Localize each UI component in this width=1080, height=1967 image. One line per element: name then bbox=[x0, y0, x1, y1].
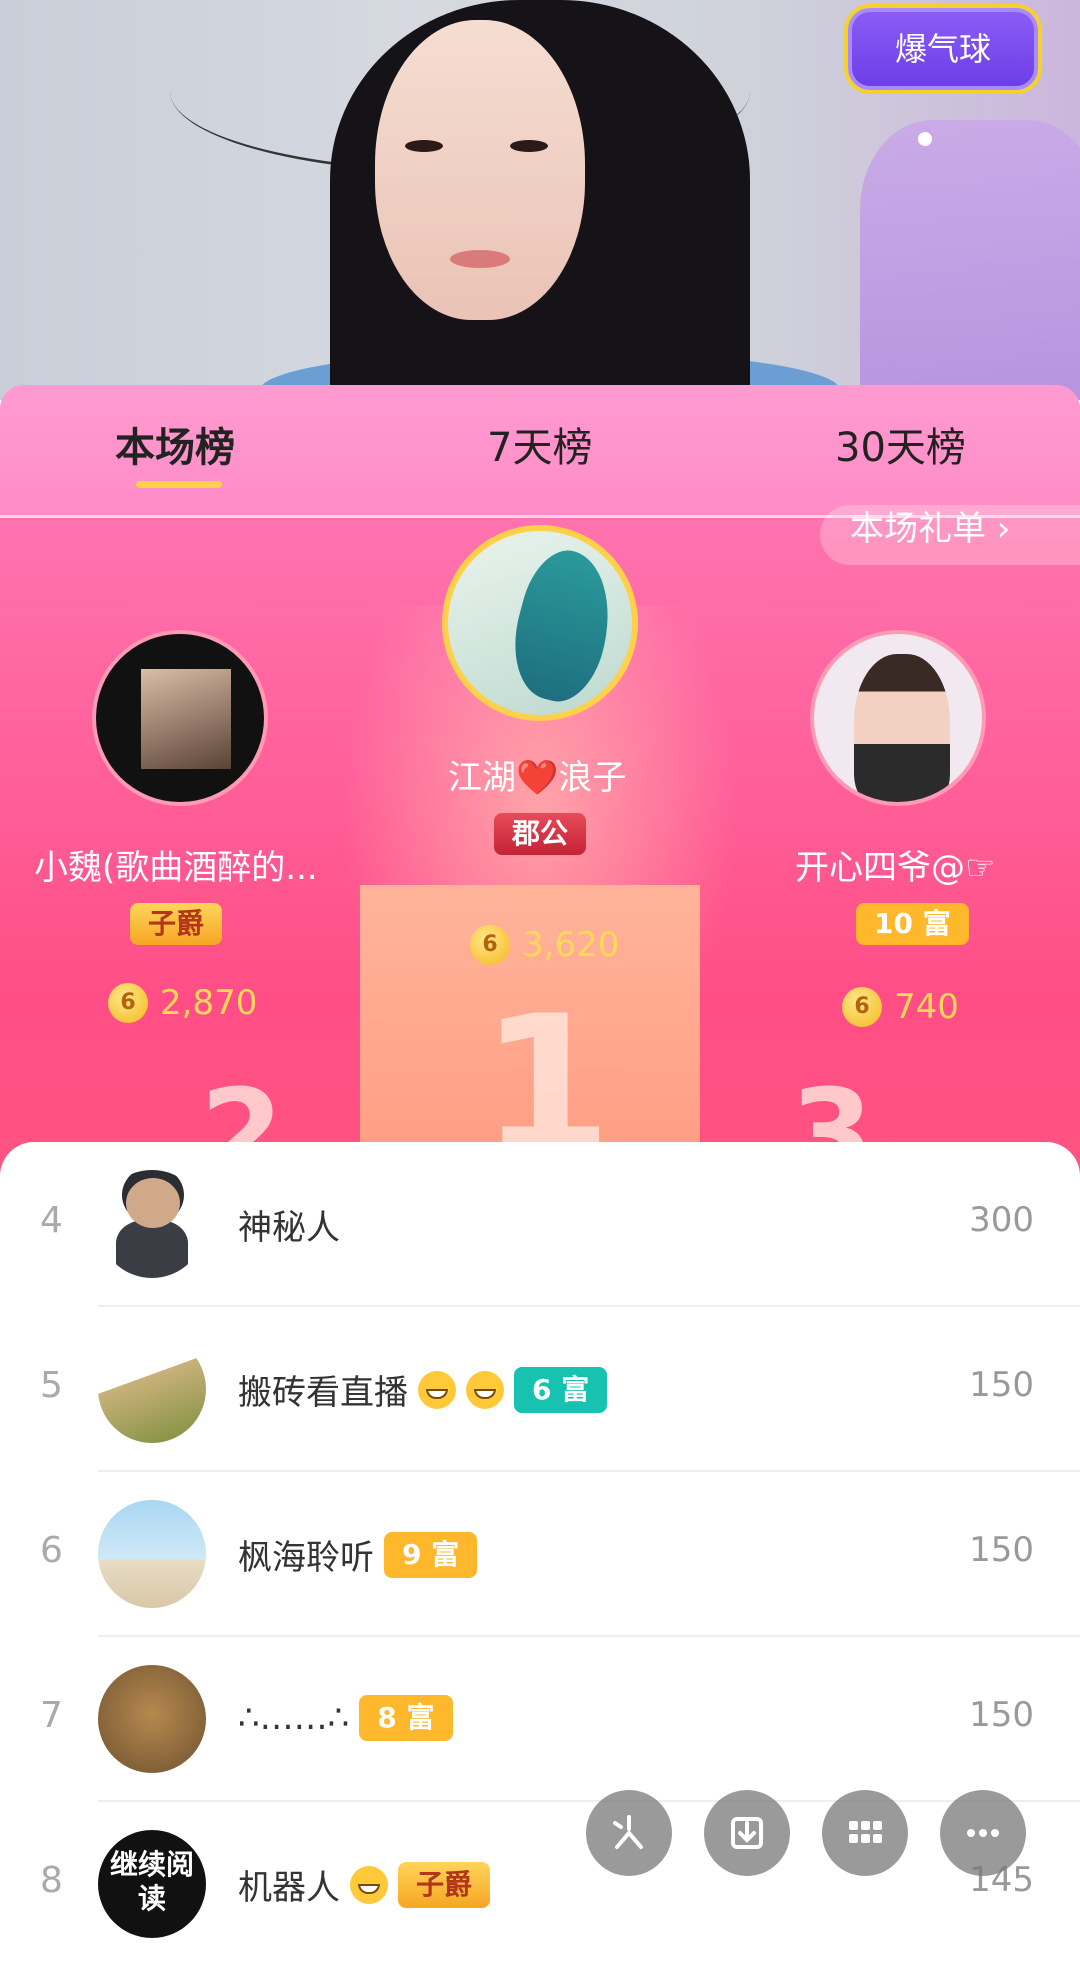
list-name-text: 搬砖看直播 bbox=[238, 1373, 408, 1413]
coin-icon: 6 bbox=[470, 925, 510, 965]
list-score: 150 bbox=[969, 1695, 1034, 1735]
grid-icon bbox=[849, 1821, 882, 1843]
third-place-avatar[interactable] bbox=[810, 630, 986, 806]
user-avatar[interactable] bbox=[98, 1335, 206, 1443]
rank-title-badge: 子爵 bbox=[398, 1861, 491, 1908]
list-rank: 6 bbox=[40, 1530, 63, 1571]
balloon-badge-button[interactable]: 爆气球 bbox=[848, 8, 1038, 90]
list-name-text: ∴……∴ bbox=[238, 1698, 350, 1738]
user-avatar[interactable] bbox=[98, 1665, 206, 1773]
rank-list[interactable]: 4 神秘人 300 5 搬砖看直播 6 富 150 6 枫海聆听 9 富 150… bbox=[0, 1142, 1080, 1938]
second-place-name[interactable]: 小魏(歌曲酒醉的... bbox=[34, 840, 318, 889]
first-place-coins: 6 3,620 bbox=[470, 925, 619, 965]
mystery-user-avatar[interactable] bbox=[98, 1170, 206, 1278]
streamer-eye-left bbox=[405, 140, 443, 152]
list-item[interactable]: 5 搬砖看直播 6 富 150 bbox=[0, 1307, 1080, 1472]
streamer-eye-right bbox=[510, 140, 548, 152]
list-name-text: 机器人 bbox=[238, 1868, 340, 1908]
list-score: 150 bbox=[969, 1365, 1034, 1405]
list-rank: 4 bbox=[40, 1200, 63, 1241]
second-place-badge: 子爵 bbox=[130, 903, 223, 945]
more-button[interactable] bbox=[940, 1790, 1026, 1876]
first-place-badge: 郡公 bbox=[494, 813, 587, 855]
user-avatar[interactable] bbox=[98, 1500, 206, 1608]
tab-7-days[interactable]: 7天榜 bbox=[487, 415, 592, 473]
list-item[interactable]: 7 ∴……∴ 8 富 150 bbox=[0, 1637, 1080, 1802]
second-place-coin-value: 2,870 bbox=[160, 983, 258, 1023]
second-place-avatar[interactable] bbox=[92, 630, 268, 806]
list-name: ∴……∴ 8 富 bbox=[238, 1695, 453, 1741]
streamer-face bbox=[375, 20, 585, 320]
third-place-coins: 6 740 bbox=[842, 987, 959, 1027]
list-name: 神秘人 bbox=[238, 1200, 340, 1249]
list-name-text: 枫海聆听 bbox=[238, 1538, 374, 1578]
list-score: 300 bbox=[969, 1200, 1034, 1240]
list-name: 枫海聆听 9 富 bbox=[238, 1530, 478, 1579]
download-icon bbox=[731, 1817, 763, 1849]
more-icon bbox=[967, 1829, 999, 1837]
page-indicator-dot bbox=[918, 132, 932, 146]
list-name: 机器人 子爵 bbox=[238, 1860, 491, 1909]
streamer-lips bbox=[450, 250, 510, 268]
second-place-coins: 6 2,870 bbox=[108, 983, 257, 1023]
third-place-name[interactable]: 开心四爷@☞ bbox=[795, 840, 995, 889]
live-video[interactable]: 爆气球 bbox=[0, 0, 1080, 400]
list-rank: 8 bbox=[40, 1860, 63, 1901]
list-item[interactable]: 4 神秘人 300 bbox=[0, 1142, 1080, 1307]
third-place-coin-value: 740 bbox=[894, 987, 959, 1027]
third-place-badge: 10 富 bbox=[856, 903, 969, 945]
list-item[interactable]: 8 继续阅读 机器人 子爵 145 bbox=[0, 1802, 1080, 1967]
gift-list-link[interactable]: 本场礼单 › bbox=[820, 505, 1080, 565]
tab-30-days[interactable]: 30天榜 bbox=[835, 415, 966, 473]
list-item[interactable]: 6 枫海聆听 9 富 150 bbox=[0, 1472, 1080, 1637]
wealth-badge: 9 富 bbox=[384, 1531, 478, 1578]
grin-emoji-icon bbox=[466, 1370, 504, 1409]
grid-button[interactable] bbox=[822, 1790, 908, 1876]
list-name-text: 神秘人 bbox=[238, 1208, 340, 1248]
list-score: 150 bbox=[969, 1530, 1034, 1570]
wealth-badge: 8 富 bbox=[359, 1695, 453, 1741]
grin-emoji-icon bbox=[418, 1370, 456, 1409]
coin-icon: 6 bbox=[842, 987, 882, 1027]
download-button[interactable] bbox=[704, 1790, 790, 1876]
wealth-badge: 6 富 bbox=[514, 1366, 608, 1413]
background-dress bbox=[860, 120, 1080, 400]
spark-button[interactable] bbox=[586, 1790, 672, 1876]
first-place-coin-value: 3,620 bbox=[522, 925, 620, 965]
first-place-name[interactable]: 江湖❤️浪子 bbox=[448, 750, 626, 799]
list-rank: 7 bbox=[40, 1695, 63, 1736]
list-rank: 5 bbox=[40, 1365, 63, 1406]
grin-emoji-icon bbox=[350, 1865, 388, 1904]
active-tab-underline bbox=[136, 481, 222, 488]
continue-reading-avatar[interactable]: 继续阅读 bbox=[98, 1830, 206, 1938]
spark-icon bbox=[613, 1815, 643, 1849]
rank-tabs: 本场榜 7天榜 30天榜 bbox=[0, 385, 1080, 518]
first-place-avatar[interactable] bbox=[442, 525, 638, 721]
tab-current-session[interactable]: 本场榜 bbox=[115, 415, 235, 473]
list-name: 搬砖看直播 6 富 bbox=[238, 1365, 608, 1414]
coin-icon: 6 bbox=[108, 983, 148, 1023]
